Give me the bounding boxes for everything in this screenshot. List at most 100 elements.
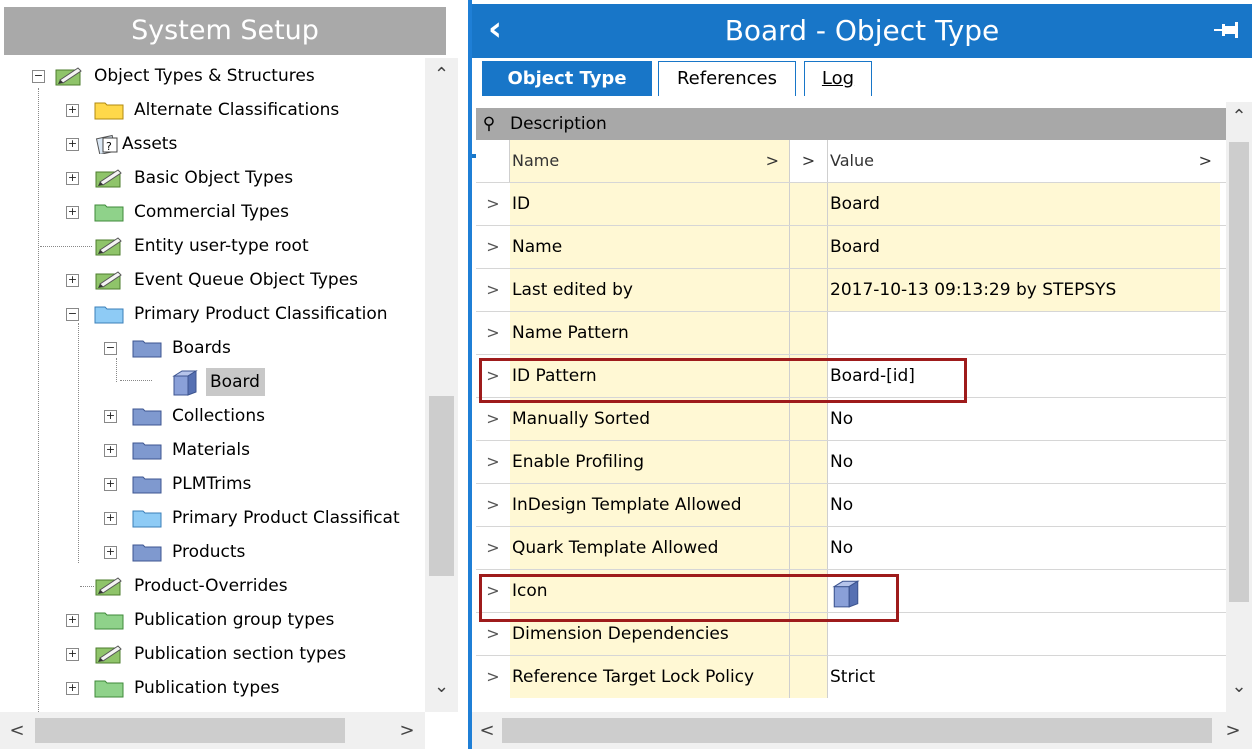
table-row[interactable]: > Name Board (476, 225, 1226, 268)
expand-icon[interactable]: + (66, 648, 79, 661)
tab-object-type[interactable]: Object Type (482, 61, 652, 96)
tree-item-products[interactable]: + Products (0, 538, 420, 566)
tree-item-plmtrims[interactable]: + PLMTrims (0, 470, 420, 498)
tree-horizontal-scrollbar[interactable]: < > (0, 712, 425, 749)
table-row[interactable]: > ID Board (476, 182, 1226, 225)
column-header-label: Name (512, 151, 560, 170)
back-icon[interactable]: ‹ (478, 10, 512, 50)
asset-icon: ? (95, 134, 118, 154)
expand-icon[interactable]: + (66, 172, 79, 185)
row-expand-icon[interactable]: > (476, 441, 510, 484)
row-expand-icon[interactable]: > (476, 269, 510, 312)
tree-item-assets[interactable]: + ? Assets (0, 130, 420, 158)
expand-icon[interactable]: + (104, 546, 117, 559)
collapse-icon[interactable]: − (32, 70, 45, 83)
property-name: Reference Target Lock Policy (510, 656, 790, 698)
tree-item-primary-product-classification[interactable]: − Primary Product Classification (0, 300, 420, 328)
expand-icon[interactable]: + (66, 104, 79, 117)
table-row[interactable]: > Enable Profiling No (476, 440, 1226, 483)
tree-item-materials[interactable]: + Materials (0, 436, 420, 464)
object-type-icon (95, 577, 122, 596)
row-expand-icon[interactable]: > (476, 312, 510, 355)
scroll-down-icon[interactable]: ⌄ (1226, 676, 1252, 697)
row-expand-icon[interactable]: > (476, 183, 510, 226)
tree-item-primary-product-classificat[interactable]: + Primary Product Classificat (0, 504, 425, 532)
expand-icon[interactable]: + (66, 138, 79, 151)
scrollbar-thumb[interactable] (1229, 142, 1249, 602)
tree-item-entity-user-type-root[interactable]: Entity user-type root (0, 232, 420, 260)
dark-blue-folder-icon (132, 408, 162, 426)
tree-item-commercial-types[interactable]: + Commercial Types (0, 198, 420, 226)
property-value[interactable]: Strict (828, 656, 1220, 698)
scrollbar-thumb[interactable] (502, 718, 1212, 743)
tree-item-label: Alternate Classifications (134, 100, 340, 120)
tab-log[interactable]: Log (804, 61, 872, 96)
table-row[interactable]: > InDesign Template Allowed No (476, 483, 1226, 526)
table-row[interactable]: > Manually Sorted No (476, 397, 1226, 440)
tree-item-object-types-structures[interactable]: − Object Types & Structures (0, 62, 420, 90)
tree-item-publication-types[interactable]: + Publication types (0, 674, 420, 702)
panel-header: Board - Object Type ‹ (472, 4, 1252, 58)
tree-item-alternate-classifications[interactable]: + Alternate Classifications (0, 96, 420, 124)
expand-icon[interactable]: + (66, 274, 79, 287)
scroll-left-icon[interactable]: < (2, 712, 32, 749)
tree-item-label: Entity user-type root (134, 236, 309, 256)
chevron-right-icon: > (765, 151, 779, 170)
tree-item-board[interactable]: Board (0, 368, 420, 396)
scroll-left-icon[interactable]: < (474, 712, 500, 749)
grid-horizontal-scrollbar[interactable]: < > (472, 712, 1252, 749)
collapse-icon[interactable]: − (66, 308, 79, 321)
pin-icon[interactable]: ⚲ (478, 108, 500, 140)
collapse-icon[interactable]: − (104, 342, 117, 355)
row-expand-icon[interactable]: > (476, 527, 510, 570)
svg-text:?: ? (106, 140, 112, 153)
table-row[interactable]: > Reference Target Lock Policy Strict (476, 655, 1226, 698)
scroll-down-icon[interactable]: ⌄ (425, 676, 458, 697)
tree-item-label: Commercial Types (134, 202, 289, 222)
column-expander-cell[interactable]: > (790, 140, 828, 182)
pin-icon[interactable] (1214, 20, 1240, 40)
table-row[interactable]: > Quark Template Allowed No (476, 526, 1226, 569)
column-header-name[interactable]: Name > (510, 140, 790, 182)
tab-references[interactable]: References (658, 61, 796, 96)
expand-icon[interactable]: + (104, 512, 117, 525)
expand-icon[interactable]: + (66, 682, 79, 695)
property-value[interactable]: Board (828, 226, 1220, 268)
property-value[interactable] (828, 312, 1220, 354)
row-expand-icon[interactable]: > (476, 656, 510, 699)
scrollbar-thumb[interactable] (429, 396, 454, 576)
tree-vertical-scrollbar[interactable]: ⌃ ⌄ (425, 58, 458, 712)
tree-item-basic-object-types[interactable]: + Basic Object Types (0, 164, 420, 192)
row-expand-icon[interactable]: > (476, 398, 510, 441)
tree-item-boards[interactable]: − Boards (0, 334, 420, 362)
tree-item-publication-group-types[interactable]: + Publication group types (0, 606, 420, 634)
property-value[interactable]: Board (828, 183, 1220, 225)
tree-item-product-overrides[interactable]: Product-Overrides (0, 572, 420, 600)
expand-icon[interactable]: + (104, 478, 117, 491)
column-header-value[interactable]: Value > (828, 140, 1226, 182)
scroll-right-icon[interactable]: > (1220, 712, 1246, 749)
tree-item-event-queue-object-types[interactable]: + Event Queue Object Types (0, 266, 420, 294)
table-row[interactable]: > Name Pattern (476, 311, 1226, 354)
expand-icon[interactable]: + (104, 410, 117, 423)
expand-icon[interactable]: + (66, 206, 79, 219)
property-value[interactable]: No (828, 484, 1220, 526)
expand-icon[interactable]: + (66, 614, 79, 627)
expand-icon[interactable]: + (104, 444, 117, 457)
row-expand-icon[interactable]: > (476, 484, 510, 527)
tree-item-publication-section-types[interactable]: + Publication section types (0, 640, 420, 668)
scroll-right-icon[interactable]: > (392, 712, 422, 749)
tree-item-collections[interactable]: + Collections (0, 402, 420, 430)
property-value[interactable]: No (828, 398, 1220, 440)
property-value[interactable]: 2017-10-13 09:13:29 by STEPSYS (828, 269, 1220, 311)
section-header[interactable]: ⚲ Description (476, 108, 1226, 140)
table-row[interactable]: > Last edited by 2017-10-13 09:13:29 by … (476, 268, 1226, 311)
property-value[interactable]: No (828, 527, 1220, 569)
scroll-up-icon[interactable]: ⌃ (425, 64, 458, 85)
grid-vertical-scrollbar[interactable]: ⌃ ⌄ (1226, 102, 1252, 712)
tree-item-label: Collections (172, 406, 265, 426)
scrollbar-thumb[interactable] (35, 718, 345, 743)
property-value[interactable]: No (828, 441, 1220, 483)
scroll-up-icon[interactable]: ⌃ (1226, 106, 1252, 127)
row-expand-icon[interactable]: > (476, 226, 510, 269)
